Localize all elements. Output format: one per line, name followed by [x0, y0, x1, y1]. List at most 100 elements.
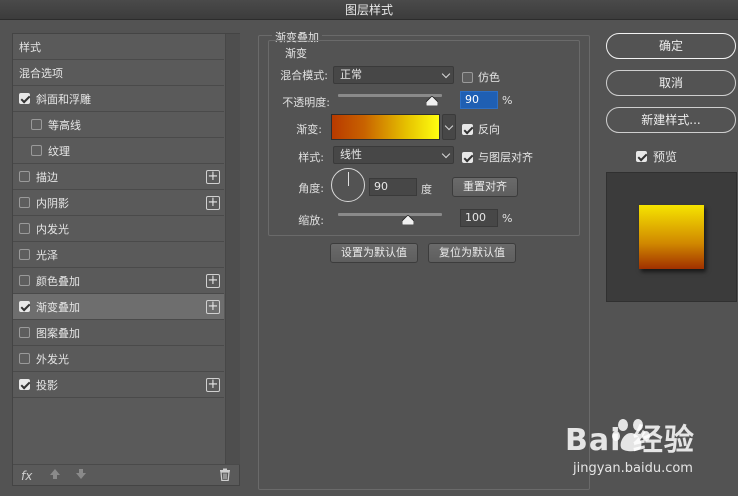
sidebar-item-label: 样式 [19, 40, 41, 54]
chevron-down-icon [441, 149, 451, 159]
sidebar-item-label: 渐变叠加 [36, 300, 80, 314]
gradient-style-value: 线性 [340, 148, 362, 161]
angle-dial[interactable] [331, 168, 365, 202]
add-effect-button[interactable]: + [206, 170, 220, 184]
blend-mode-select[interactable]: 正常 [333, 66, 454, 84]
sidebar-item[interactable]: 混合选项 [13, 60, 224, 86]
sidebar-item[interactable]: 等高线 [13, 112, 224, 138]
sidebar-item[interactable]: 斜面和浮雕 [13, 86, 224, 112]
sidebar-item-label: 光泽 [36, 248, 58, 262]
align-with-layer-option[interactable]: 与图层对齐 [462, 149, 533, 165]
scale-label: 缩放: [298, 214, 324, 227]
sidebar-item[interactable]: 描边 + [13, 164, 224, 190]
sidebar-item-label: 混合选项 [19, 66, 63, 80]
sidebar-item-label: 等高线 [48, 118, 81, 132]
sidebar-item-label: 纹理 [48, 144, 70, 158]
cancel-button[interactable]: 取消 [606, 70, 736, 96]
reverse-label: 反向 [478, 123, 500, 136]
scale-input[interactable]: 100 [460, 209, 498, 227]
sidebar-item-label: 投影 [36, 378, 58, 392]
style-preview [606, 172, 737, 302]
sidebar-item-label: 颜色叠加 [36, 274, 80, 288]
ok-button[interactable]: 确定 [606, 33, 736, 59]
preview-label: 预览 [653, 150, 678, 164]
preview-checkbox[interactable] [636, 151, 647, 162]
group-title: 渐变 [282, 45, 310, 61]
align-with-layer-checkbox[interactable] [462, 151, 473, 163]
sidebar-item[interactable]: 投影 + [13, 372, 224, 398]
sidebar-item-checkbox[interactable] [19, 327, 30, 338]
reverse-checkbox[interactable] [462, 123, 473, 135]
arrow-up-icon[interactable] [49, 468, 61, 483]
sidebar-item-checkbox[interactable] [19, 275, 30, 286]
sidebar-item[interactable]: 渐变叠加 + [13, 294, 224, 320]
window-titlebar: 图层样式 [0, 0, 738, 20]
gradient-picker-dropdown[interactable] [442, 114, 456, 140]
scale-unit: % [502, 212, 513, 225]
opacity-input[interactable]: 90 [460, 91, 498, 109]
dither-option[interactable]: 仿色 [462, 69, 500, 85]
watermark: Bai 经验 jingyan.baidu.com [565, 415, 735, 493]
angle-label: 角度: [298, 182, 324, 195]
gradient-swatch[interactable] [331, 114, 440, 140]
sidebar-item-label: 内发光 [36, 222, 69, 236]
sidebar-item[interactable]: 光泽 [13, 242, 224, 268]
sidebar-item-checkbox[interactable] [19, 223, 30, 234]
gradient-style-select[interactable]: 线性 [333, 146, 454, 164]
sidebar-item-checkbox[interactable] [19, 379, 30, 390]
opacity-unit: % [502, 94, 513, 107]
add-effect-button[interactable]: + [206, 378, 220, 392]
sidebar-item-label: 斜面和浮雕 [36, 92, 91, 106]
preview-swatch [639, 205, 704, 269]
arrow-down-icon[interactable] [75, 468, 87, 483]
add-effect-button[interactable]: + [206, 196, 220, 210]
opacity-slider-thumb[interactable] [425, 96, 438, 106]
sidebar-item-label: 描边 [36, 170, 58, 184]
scale-slider-thumb[interactable] [401, 215, 414, 225]
angle-input[interactable]: 90 [369, 178, 417, 196]
blend-mode-value: 正常 [340, 68, 362, 81]
style-label: 样式: [298, 151, 324, 164]
sidebar-item[interactable]: 颜色叠加 + [13, 268, 224, 294]
reverse-option[interactable]: 反向 [462, 121, 500, 137]
sidebar-item[interactable]: 样式 [13, 34, 224, 60]
chevron-down-icon [444, 121, 454, 131]
gradient-label: 渐变: [296, 123, 322, 136]
scale-slider-track[interactable] [338, 213, 442, 216]
align-with-layer-label: 与图层对齐 [478, 151, 533, 164]
sidebar-item-checkbox[interactable] [19, 301, 30, 312]
style-list-panel: 样式 混合选项 斜面和浮雕 等高线 纹理 描边 + 内阴影 + 内发光 光泽 颜色叠加 + 渐变叠加 + 图案… [12, 33, 240, 486]
sidebar-item-checkbox[interactable] [19, 197, 30, 208]
window-title: 图层样式 [344, 3, 393, 17]
add-effect-button[interactable]: + [206, 274, 220, 288]
sidebar-item[interactable]: 内发光 [13, 216, 224, 242]
preview-option[interactable]: 预览 [636, 148, 677, 165]
sidebar-item[interactable]: 纹理 [13, 138, 224, 164]
sidebar-item-checkbox[interactable] [19, 353, 30, 364]
fx-icon[interactable]: fx [21, 469, 32, 483]
style-list-scrollbar[interactable] [225, 34, 240, 464]
sidebar-item-label: 外发光 [36, 352, 69, 366]
sidebar-item-label: 图案叠加 [36, 326, 80, 340]
style-list-footer: fx [13, 464, 240, 486]
sidebar-item-checkbox[interactable] [19, 249, 30, 260]
chevron-down-icon [441, 69, 451, 79]
opacity-label: 不透明度: [282, 96, 330, 109]
sidebar-item-checkbox[interactable] [31, 145, 42, 156]
sidebar-item-checkbox[interactable] [31, 119, 42, 130]
sidebar-item[interactable]: 内阴影 + [13, 190, 224, 216]
new-style-button[interactable]: 新建样式... [606, 107, 736, 133]
add-effect-button[interactable]: + [206, 300, 220, 314]
sidebar-item-checkbox[interactable] [19, 93, 30, 104]
set-as-default-button[interactable]: 设置为默认值 [330, 243, 418, 263]
dither-checkbox[interactable] [462, 71, 473, 83]
sidebar-item[interactable]: 外发光 [13, 346, 224, 372]
reset-alignment-button[interactable]: 重置对齐 [452, 177, 518, 197]
sidebar-item[interactable]: 图案叠加 [13, 320, 224, 346]
dither-label: 仿色 [478, 71, 500, 84]
sidebar-item-checkbox[interactable] [19, 171, 30, 182]
style-list: 样式 混合选项 斜面和浮雕 等高线 纹理 描边 + 内阴影 + 内发光 光泽 颜色叠加 + 渐变叠加 + 图案… [13, 34, 224, 398]
trash-icon[interactable] [219, 468, 231, 484]
reset-to-default-button[interactable]: 复位为默认值 [428, 243, 516, 263]
blend-mode-label: 混合模式: [280, 69, 328, 82]
